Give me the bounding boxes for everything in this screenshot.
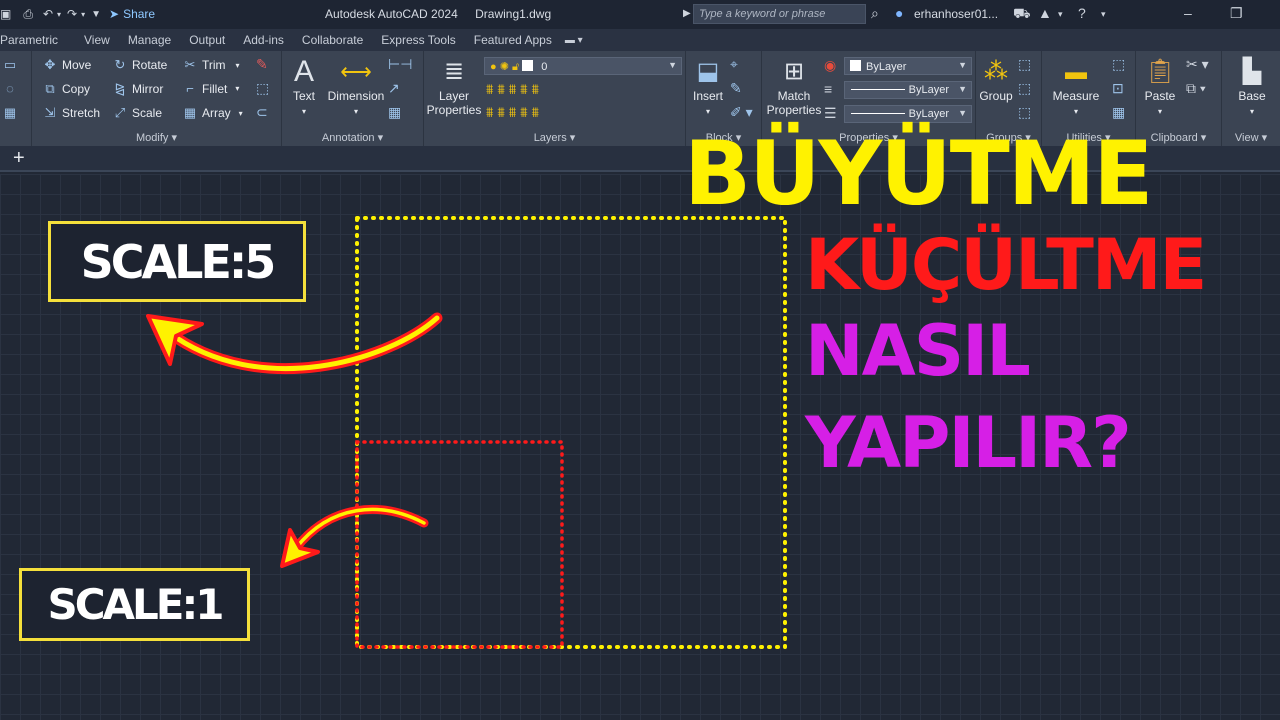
headline-kucultme: KÜÇÜLTME	[805, 224, 1207, 306]
large-square-outline	[355, 216, 787, 649]
scale5-label: SCALE:5	[48, 221, 306, 302]
small-square-outline	[355, 440, 564, 649]
headline-nasil: NASIL	[805, 310, 1031, 392]
arrow-to-scale5-icon	[146, 312, 443, 375]
headline-buyutme: BÜYÜTME	[684, 122, 1153, 225]
scale1-label: SCALE:1	[19, 568, 250, 641]
headline-yapilir: YAPILIR?	[805, 402, 1132, 484]
arrow-to-scale1-icon	[280, 504, 429, 568]
